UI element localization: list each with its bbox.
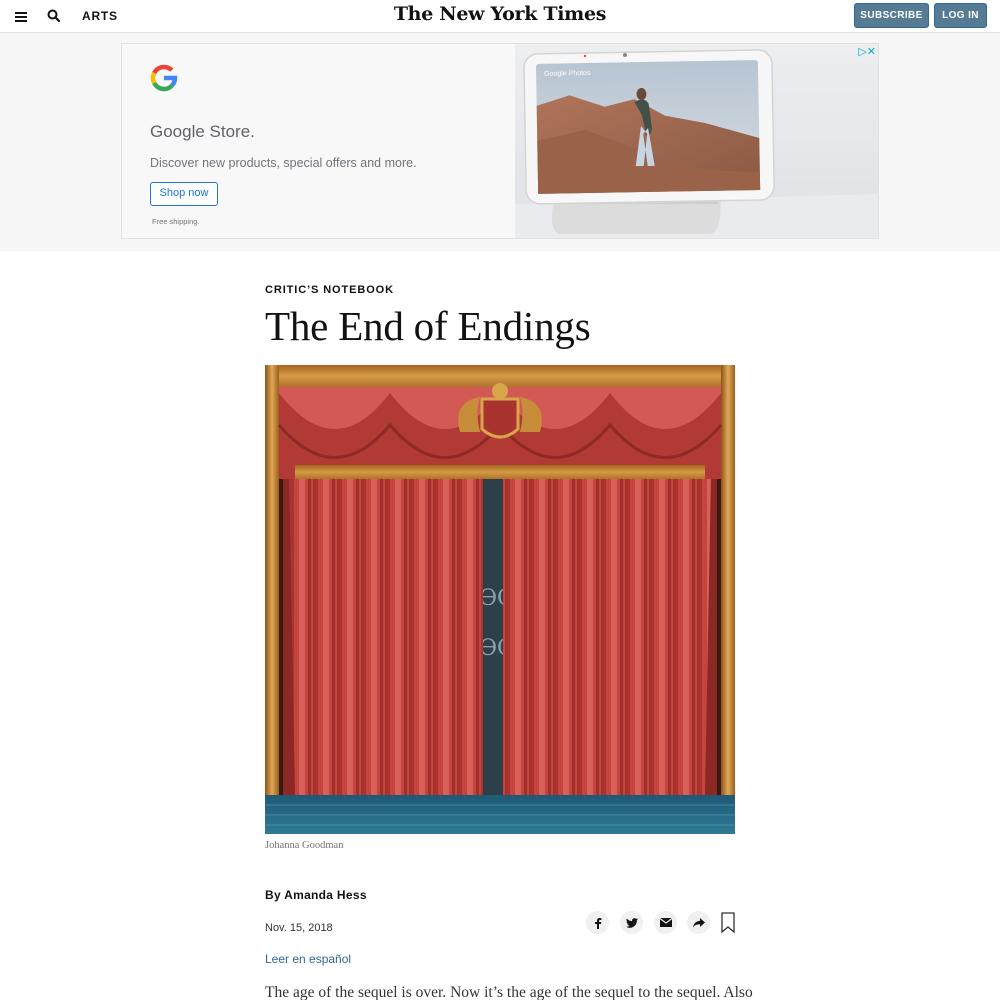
byline[interactable]: By Amanda Hess: [265, 888, 367, 902]
site-header: ARTS The New York Times SUBSCRIBE LOG IN: [0, 0, 1000, 33]
nyt-logo[interactable]: The New York Times: [0, 3, 1000, 25]
ad-product-image: Google Photos ▷✕: [515, 44, 878, 238]
login-button[interactable]: LOG IN: [934, 3, 987, 28]
spanish-translation-link[interactable]: Leer en español: [265, 952, 351, 966]
share-icon[interactable]: [687, 911, 710, 934]
article-body-first-line: The age of the sequel is over. Now it’s …: [265, 984, 753, 1000]
bookmark-icon[interactable]: [721, 912, 735, 934]
ad-title: Google Store.: [150, 122, 255, 141]
ad-fine-print: Free shipping.: [152, 217, 200, 226]
ad-band: Google Store. Discover new products, spe…: [0, 33, 1000, 251]
ad-description: Discover new products, special offers an…: [150, 156, 417, 170]
google-store-ad[interactable]: Google Store. Discover new products, spe…: [121, 43, 879, 239]
email-icon[interactable]: [654, 911, 677, 934]
twitter-icon[interactable]: [620, 911, 643, 934]
publish-date: Nov. 15, 2018: [265, 922, 333, 934]
subscribe-button[interactable]: SUBSCRIBE: [854, 3, 929, 28]
shop-now-button[interactable]: Shop now: [150, 182, 218, 206]
article-headline: The End of Endings: [265, 303, 591, 349]
adchoices-icon[interactable]: ▷✕: [858, 45, 876, 58]
screen-label: Google Photos: [544, 70, 591, 78]
image-credit: Johanna Goodman: [265, 840, 344, 851]
hero-image-curtain[interactable]: ƏG ƏG: [265, 365, 735, 834]
ad-copy-panel: Google Store. Discover new products, spe…: [122, 44, 515, 238]
article-kicker[interactable]: CRITIC’S NOTEBOOK: [265, 284, 394, 296]
facebook-icon[interactable]: [586, 911, 609, 934]
google-g-icon: [150, 64, 178, 92]
